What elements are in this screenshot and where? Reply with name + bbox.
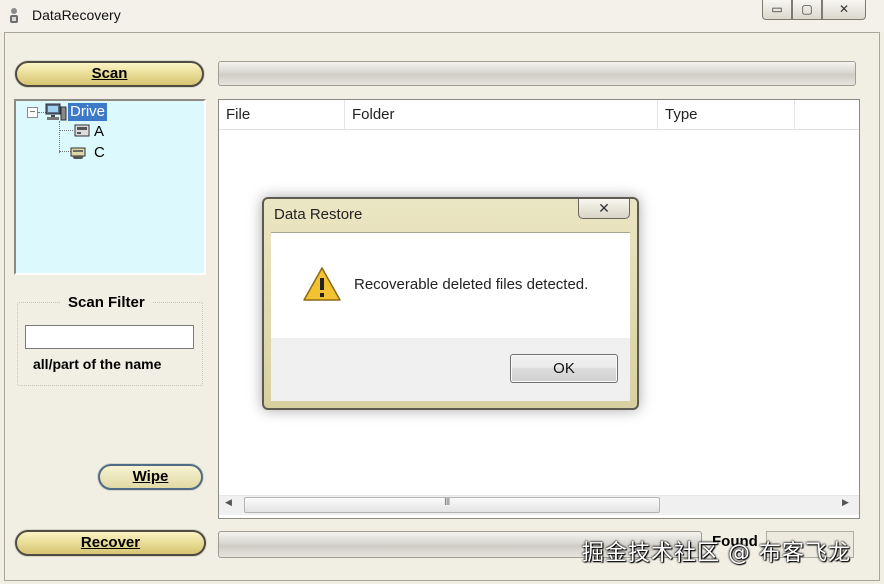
tree-item-drive[interactable]: Drive bbox=[68, 103, 108, 121]
computer-icon bbox=[45, 103, 67, 121]
minimize-button[interactable]: ▭ bbox=[762, 0, 792, 20]
tree-connector bbox=[59, 130, 73, 131]
maximize-button[interactable]: ▢ bbox=[792, 0, 822, 20]
dialog-title: Data Restore bbox=[274, 206, 363, 223]
drive-icon bbox=[74, 124, 90, 137]
scroll-right-icon[interactable]: ▶ bbox=[842, 497, 849, 508]
app-icon bbox=[10, 8, 18, 23]
wipe-button[interactable]: Wipe bbox=[98, 464, 203, 490]
watermark: 掘金技术社区 @ 布客飞龙 bbox=[582, 541, 851, 566]
title-bar bbox=[0, 0, 884, 32]
tree-collapse-toggle[interactable]: − bbox=[27, 107, 38, 118]
close-icon: ✕ bbox=[598, 200, 610, 216]
close-icon: ✕ bbox=[838, 2, 850, 16]
scroll-left-icon[interactable]: ◀ bbox=[225, 497, 232, 508]
scan-filter-input[interactable] bbox=[25, 325, 194, 349]
scan-filter-hint: all/part of the name bbox=[33, 356, 162, 372]
scan-label: Scan bbox=[91, 65, 128, 82]
tree-item-c[interactable]: C bbox=[94, 144, 105, 161]
column-header-type[interactable]: Type bbox=[658, 100, 795, 130]
dialog-message: Recoverable deleted files detected. bbox=[354, 276, 589, 293]
window-close-button[interactable]: ✕ bbox=[822, 0, 866, 20]
scroll-thumb[interactable] bbox=[244, 497, 660, 513]
recover-label: Recover bbox=[80, 534, 141, 551]
minimize-icon: ▭ bbox=[771, 2, 783, 16]
recover-button[interactable]: Recover bbox=[15, 530, 206, 556]
dialog-close-button[interactable]: ✕ bbox=[578, 199, 630, 219]
column-header-folder[interactable]: Folder bbox=[345, 100, 658, 130]
scan-filter-title: Scan Filter bbox=[60, 294, 153, 311]
drive-icon bbox=[70, 147, 86, 159]
drive-tree[interactable] bbox=[14, 99, 206, 275]
maximize-icon: ▢ bbox=[801, 2, 813, 16]
wipe-label: Wipe bbox=[132, 468, 169, 485]
scan-progress-bar bbox=[218, 61, 856, 86]
scroll-grip-icon: III bbox=[444, 497, 450, 508]
ok-button[interactable]: OK bbox=[510, 354, 618, 383]
warning-icon bbox=[303, 267, 341, 301]
scan-button[interactable]: Scan bbox=[15, 61, 204, 87]
column-header-file[interactable]: File bbox=[219, 100, 345, 130]
tree-connector bbox=[59, 121, 60, 153]
window-title: DataRecovery bbox=[32, 7, 121, 23]
tree-item-a[interactable]: A bbox=[94, 123, 104, 140]
